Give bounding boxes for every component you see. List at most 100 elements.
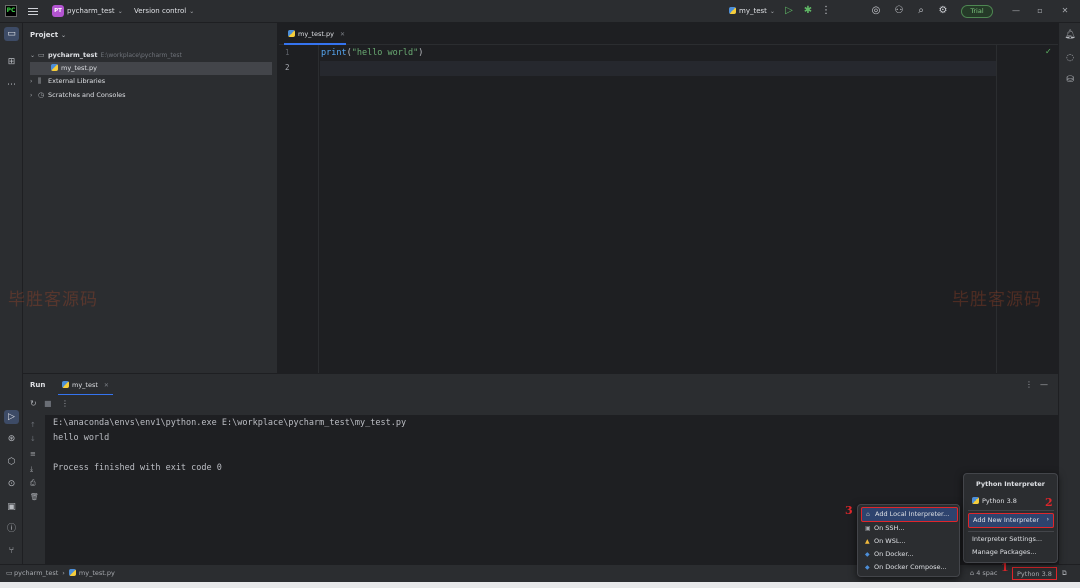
run-panel-title: Run [30,381,46,389]
stop-icon[interactable]: ■ [44,399,52,408]
line-number: 2 [285,63,290,72]
more-options-icon[interactable]: ⋮ [61,399,69,408]
tree-item-external-libraries[interactable]: › ⫼ External Libraries [23,75,273,88]
interpreter-widget[interactable]: Python 3.8 [1012,567,1057,580]
inspection-ok-icon[interactable]: ✓ [1045,47,1052,56]
line-number-gutter: 1 2 [279,45,319,373]
editor-tab-my-test-py[interactable]: my_test.py ✕ [284,23,346,45]
search-icon[interactable]: ⌕ [915,5,927,17]
ai-assistant-icon[interactable]: ◎ [870,5,882,17]
external-libraries-label: External Libraries [48,77,106,85]
rerun-icon[interactable]: ↻ [30,399,37,408]
notifications-icon[interactable]: 🔔︎ [1063,28,1077,42]
terminal-icon: ▣ [865,525,871,532]
console-line: Process finished with exit code 0 [53,463,222,473]
scroll-to-end-icon[interactable]: ⤓ [30,465,33,474]
tree-item-scratches[interactable]: › ◷ Scratches and Consoles [23,89,273,102]
right-tool-strip: 🔔︎ ◌ ⛁ [1058,23,1080,564]
more-tools-icon[interactable]: ⋯ [4,78,19,92]
code-line-current[interactable] [320,61,996,76]
console-side-toolbar: ↑ ↓ ≡ ⤓ ⎙ 🗑︎ [23,415,45,564]
project-badge[interactable]: PT [52,5,64,17]
services-icon[interactable]: ⬡ [4,455,19,469]
close-icon[interactable]: ✕ [1058,5,1072,17]
chevron-down-icon: ⌄ [769,8,775,15]
breadcrumb-file[interactable]: my_test.py [79,569,115,577]
run-tab-my-test[interactable]: my_test ✕ [58,374,113,396]
vcs-menu[interactable]: Version control ⌄ [134,7,194,15]
python-console-icon[interactable]: ⊙ [4,477,19,491]
divider [968,531,1054,532]
console-line: hello world [53,433,110,443]
scratches-label: Scratches and Consoles [48,91,126,99]
interpreter-option-python38[interactable]: Python 3.8 [968,495,1054,508]
ai-chat-icon[interactable]: ◌ [1063,51,1077,65]
minimize-icon[interactable]: — [1009,5,1023,17]
vcs-label: Version control [134,7,187,15]
more-options-icon[interactable]: ⋮ [1025,380,1033,389]
close-tab-icon[interactable]: ✕ [340,31,345,38]
interpreter-option-label: Python 3.8 [982,497,1017,505]
trial-badge[interactable]: Trial [961,5,993,18]
interpreter-settings-item[interactable]: Interpreter Settings... [968,533,1054,546]
add-local-interpreter-item[interactable]: ⌂ Add Local Interpreter... [861,507,958,522]
add-user-icon[interactable]: ⚇ [893,5,905,17]
add-new-interpreter-item[interactable]: Add New Interpreter › [968,513,1054,528]
popup-title: Python Interpreter [976,480,1045,488]
more-actions-icon[interactable]: ⋮ [820,5,832,17]
add-new-interpreter-label: Add New Interpreter [973,516,1040,524]
tree-item-project-root[interactable]: ⌄ ▭ pycharm_test E:\workplace\pycharm_test [23,49,273,62]
problems-icon[interactable]: ⓘ [4,522,19,536]
on-ssh-label: On SSH... [874,524,905,532]
breadcrumb-project[interactable]: pycharm_test [14,569,58,577]
home-icon: ⌂ [866,511,870,518]
trash-icon[interactable]: 🗑︎ [30,493,39,501]
manage-packages-item[interactable]: Manage Packages... [968,546,1054,559]
run-tab-label: my_test [72,381,98,389]
project-panel-title[interactable]: Project ⌄ [30,31,66,39]
watermark-left: 毕胜客源码 [8,290,98,310]
structure-icon[interactable]: ⊞ [4,55,19,69]
run-icon[interactable]: ▷ [783,5,795,17]
on-wsl-item[interactable]: ▲ On WSL... [861,535,958,548]
divider [968,510,1054,511]
chevron-right-icon: › [30,92,33,99]
code-editor[interactable]: print("hello world") [320,45,1058,373]
on-docker-item[interactable]: ◆ On Docker... [861,548,958,561]
code-string: "hello world" [351,48,419,58]
python-interpreter-popup: Python Interpreter Python 3.8 Add New In… [963,473,1058,563]
on-docker-compose-item[interactable]: ◆ On Docker Compose... [861,561,958,574]
python-packages-icon[interactable]: ⊛ [4,432,19,446]
run-config-selector[interactable]: my_test ⌄ [729,7,775,15]
scroll-up-icon[interactable]: ↑ [30,421,36,429]
close-tab-icon[interactable]: ✕ [104,382,109,389]
taskbar-strip [0,582,1080,588]
scratches-icon: ◷ [38,91,45,99]
run-tool-icon[interactable]: ▷ [4,410,19,424]
tree-item-my-test-py[interactable]: my_test.py [30,62,272,75]
restore-icon[interactable]: ▫ [1033,5,1047,17]
soft-wrap-icon[interactable]: ≡ [30,450,36,458]
project-folder-icon[interactable]: ▭ [4,27,19,41]
add-local-interpreter-label: Add Local Interpreter... [875,510,950,518]
main-menu-icon[interactable] [28,6,38,16]
debug-icon[interactable]: ✱ [802,5,814,17]
code-paren-close: ) [418,48,424,58]
on-wsl-label: On WSL... [874,537,906,545]
hide-panel-icon[interactable]: — [1040,380,1048,389]
read-only-toggle-icon[interactable]: ⧉ [1062,569,1067,578]
git-branch-icon[interactable]: ⑂ [4,544,19,558]
run-config-name: my_test [739,7,767,15]
database-icon[interactable]: ⛁ [1063,73,1077,87]
terminal-icon[interactable]: ▣ [4,500,19,514]
code-line[interactable]: print("hello world") [320,46,996,61]
on-ssh-item[interactable]: ▣ On SSH... [861,522,958,535]
chevron-right-icon: › [1046,516,1049,523]
print-icon[interactable]: ⎙ [30,479,36,488]
indent-widget[interactable]: ⌂ 4 spac [970,569,998,577]
settings-gear-icon[interactable]: ⚙ [937,5,949,17]
project-switcher[interactable]: pycharm_test ⌄ [67,7,123,15]
breadcrumb: ▭pycharm_test › my_test.py [6,569,115,577]
scroll-down-icon[interactable]: ↓ [30,435,36,443]
watermark-right: 毕胜客源码 [952,290,1042,310]
